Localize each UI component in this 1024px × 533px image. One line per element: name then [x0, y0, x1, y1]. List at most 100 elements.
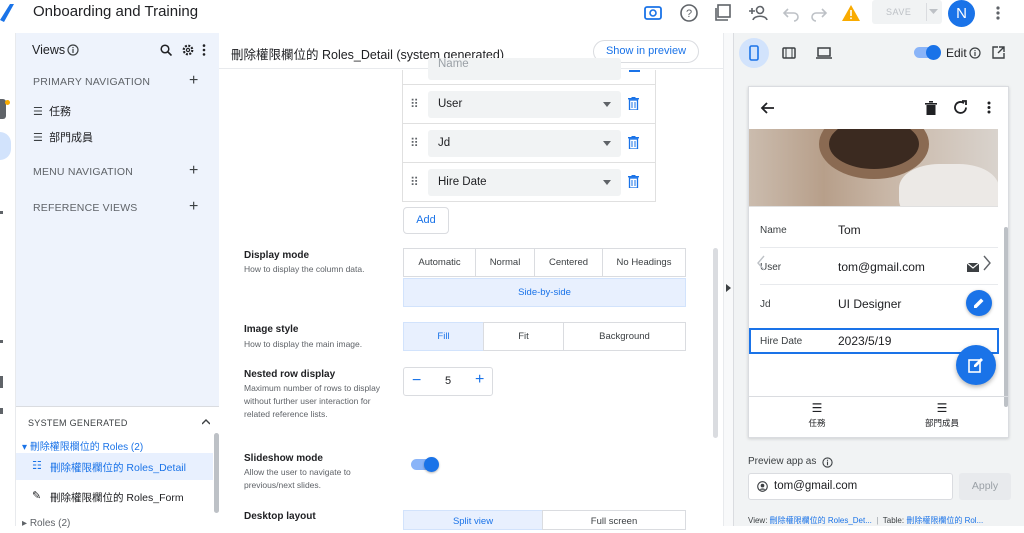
- apply-button[interactable]: Apply: [959, 473, 1011, 500]
- panel-splitter[interactable]: [723, 33, 733, 526]
- list-icon: ☰: [33, 132, 43, 144]
- nav-item-tasks[interactable]: ☰ 任務: [33, 103, 71, 119]
- delete-column-icon[interactable]: [628, 136, 639, 149]
- editor-scrollbar[interactable]: [713, 248, 718, 438]
- delete-column-icon[interactable]: [628, 175, 639, 188]
- email-icon[interactable]: [967, 263, 979, 272]
- desktop-layout-full-screen[interactable]: Full screen: [542, 510, 686, 530]
- pencil-icon: [974, 298, 984, 308]
- rail-item-actions-icon[interactable]: [0, 211, 3, 214]
- tablet-icon[interactable]: [782, 47, 796, 59]
- display-mode-side-by-side[interactable]: Side-by-side: [403, 278, 686, 307]
- menu-nav-section-title: MENU NAVIGATION: [33, 166, 134, 178]
- footer-view-link[interactable]: 刪除權限欄位的 Roles_Det...: [770, 516, 872, 525]
- decrement-button[interactable]: −: [412, 372, 421, 390]
- slideshow-title: Slideshow mode: [244, 453, 323, 464]
- edit-record-fab[interactable]: [956, 345, 996, 385]
- display-mode-normal[interactable]: Normal: [475, 248, 535, 277]
- collapse-chevron-up-icon[interactable]: [202, 419, 210, 425]
- column-select-name[interactable]: Name: [428, 58, 621, 80]
- add-reference-view-button[interactable]: +: [189, 198, 198, 216]
- preview-toggle-icon[interactable]: [643, 3, 663, 23]
- phone-scrollbar[interactable]: [1004, 227, 1008, 407]
- nav-item-department-members[interactable]: ☰ 部門成員: [33, 129, 93, 145]
- gear-icon[interactable]: [182, 44, 194, 56]
- rail-item-ux-icon[interactable]: [0, 132, 11, 160]
- footer-table-link[interactable]: 刪除權限欄位的 Rol...: [906, 516, 983, 525]
- list-check-icon: ☰: [33, 106, 43, 118]
- left-nav-rail: [0, 33, 16, 526]
- info-icon[interactable]: [969, 47, 981, 59]
- image-style-fit[interactable]: Fit: [483, 322, 564, 351]
- column-select-hire-date[interactable]: Hire Date: [428, 169, 621, 196]
- bottom-nav-department-members[interactable]: ☰ 部門成員: [914, 402, 970, 429]
- edit-field-button[interactable]: [966, 290, 992, 316]
- desktop-icon[interactable]: [816, 47, 832, 59]
- increment-button[interactable]: +: [475, 371, 484, 389]
- display-mode-title: Display mode: [244, 250, 310, 261]
- info-icon[interactable]: [822, 457, 833, 468]
- back-arrow-icon[interactable]: [760, 102, 774, 114]
- detail-value-hire-date: 2023/5/19: [838, 334, 892, 348]
- image-style-fill[interactable]: Fill: [403, 322, 484, 351]
- info-icon[interactable]: [67, 44, 79, 56]
- share-add-person-icon[interactable]: [748, 3, 768, 23]
- drag-handle-icon[interactable]: ⠿: [410, 97, 419, 111]
- detail-value-user: tom@gmail.com: [838, 260, 925, 274]
- undo-icon[interactable]: [781, 3, 801, 23]
- add-primary-view-button[interactable]: +: [189, 72, 198, 90]
- image-style-background[interactable]: Background: [563, 322, 686, 351]
- more-vert-icon[interactable]: [995, 5, 1001, 21]
- sys-item-roles-form[interactable]: ✎ 刪除權限欄位的 Roles_Form: [16, 483, 213, 510]
- save-options-chevron-icon[interactable]: [929, 9, 938, 15]
- account-avatar[interactable]: N: [948, 0, 975, 27]
- prev-slide-chevron-icon[interactable]: [757, 255, 765, 271]
- expand-caret-icon[interactable]: [726, 284, 731, 292]
- detail-value-name: Tom: [838, 223, 861, 237]
- refresh-icon[interactable]: [953, 100, 968, 115]
- rail-item-automation-icon[interactable]: [0, 340, 3, 343]
- open-in-new-icon[interactable]: [992, 46, 1005, 59]
- rail-item-security-icon[interactable]: [0, 376, 3, 388]
- redo-icon[interactable]: [809, 3, 829, 23]
- display-mode-centered[interactable]: Centered: [534, 248, 603, 277]
- detail-value-jd: UI Designer: [838, 297, 902, 311]
- appsheet-logo-icon: [0, 4, 14, 22]
- display-mode-automatic[interactable]: Automatic: [403, 248, 476, 277]
- add-menu-view-button[interactable]: +: [189, 162, 198, 180]
- edit-toggle[interactable]: [914, 45, 941, 60]
- save-button[interactable]: SAVE: [872, 0, 942, 24]
- column-select-jd[interactable]: Jd: [428, 130, 621, 157]
- mobile-device-button[interactable]: [739, 38, 769, 68]
- copy-app-icon[interactable]: [713, 3, 733, 23]
- roles-group-toggle[interactable]: ▾ 刪除權限欄位的 Roles (2): [22, 438, 143, 453]
- add-column-button[interactable]: Add: [403, 207, 449, 234]
- bottom-nav-tasks[interactable]: ☰ 任務: [789, 402, 845, 429]
- delete-column-icon[interactable]: [628, 97, 639, 110]
- delete-icon[interactable]: [925, 101, 937, 115]
- form-edit-icon: ✎: [32, 490, 42, 502]
- search-icon[interactable]: [160, 44, 172, 56]
- nested-row-stepper: − 5 +: [403, 367, 493, 396]
- image-style-title: Image style: [244, 324, 299, 335]
- sys-item-roles-detail[interactable]: ☷ 刪除權限欄位的 Roles_Detail: [16, 453, 213, 480]
- drag-handle-icon[interactable]: ⠿: [410, 136, 419, 150]
- drag-handle-icon[interactable]: ⠿: [410, 175, 419, 189]
- next-slide-chevron-icon[interactable]: [983, 255, 991, 271]
- delete-column-icon[interactable]: [629, 70, 640, 74]
- preview-as-input[interactable]: tom@gmail.com: [748, 473, 953, 500]
- column-select-user[interactable]: User: [428, 91, 621, 118]
- roles-collapsed-group[interactable]: ▸ Roles (2): [22, 518, 70, 529]
- desktop-layout-split-view[interactable]: Split view: [403, 510, 543, 530]
- help-icon[interactable]: ?: [679, 3, 699, 23]
- warning-icon[interactable]: [841, 3, 861, 23]
- rail-item-settings-icon[interactable]: [0, 408, 3, 414]
- display-mode-no-headings[interactable]: No Headings: [602, 248, 686, 277]
- views-more-icon[interactable]: [202, 44, 206, 56]
- list-icon: ☰: [936, 401, 948, 415]
- preview-footer: View: 刪除權限欄位的 Roles_Det... | Table: 刪除權限…: [748, 516, 984, 525]
- detail-view-icon: ☷: [32, 460, 42, 472]
- phone-icon: [749, 45, 759, 61]
- slideshow-toggle[interactable]: [411, 457, 439, 472]
- more-vert-icon[interactable]: [987, 101, 991, 114]
